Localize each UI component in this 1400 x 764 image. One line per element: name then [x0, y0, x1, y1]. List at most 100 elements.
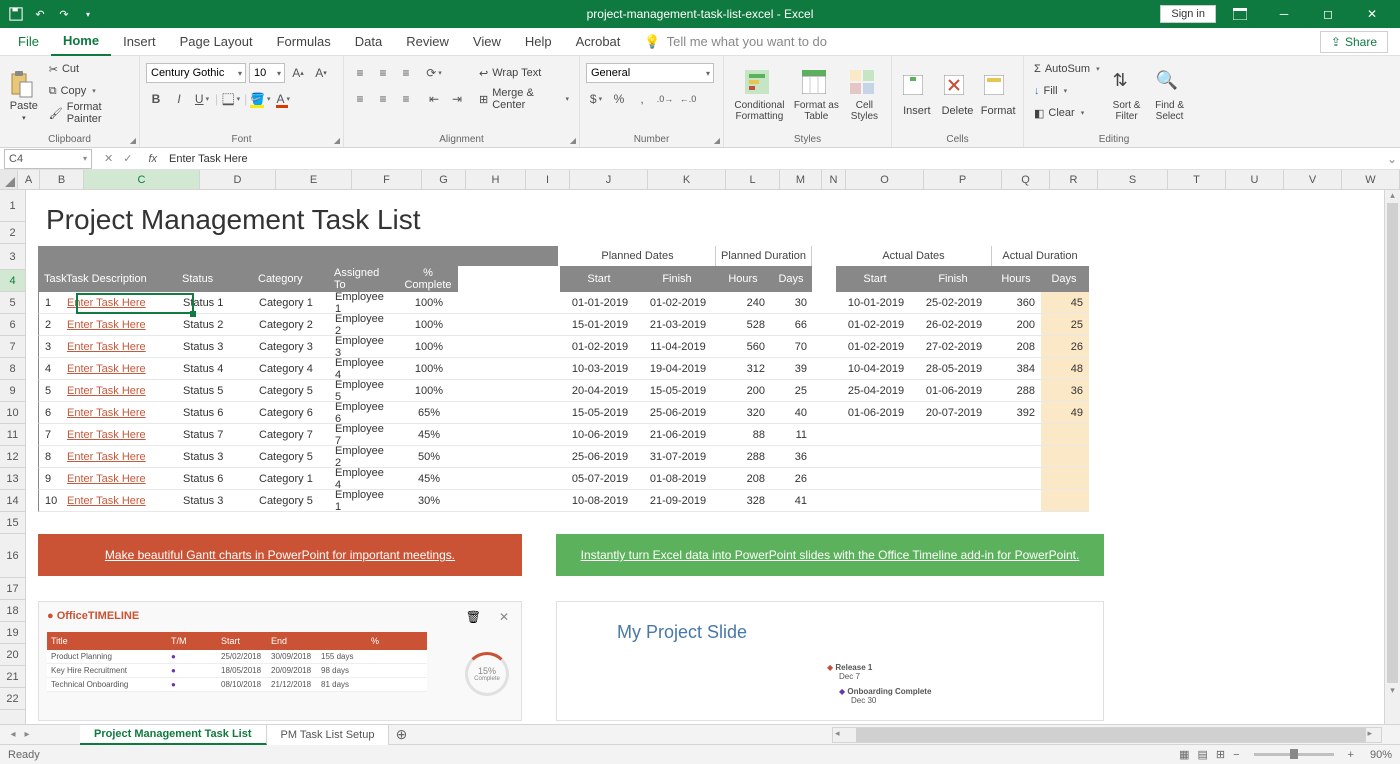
fill-handle[interactable]	[190, 311, 196, 317]
row-header[interactable]: 20	[0, 644, 25, 666]
select-all-button[interactable]	[0, 170, 18, 189]
row-header[interactable]: 13	[0, 468, 25, 490]
increase-indent-icon[interactable]: ⇥	[447, 89, 467, 109]
column-header[interactable]: F	[352, 170, 422, 189]
close-button[interactable]: ✕	[1352, 0, 1392, 28]
decrease-font-icon[interactable]: A▾	[311, 63, 331, 83]
tab-home[interactable]: Home	[51, 28, 111, 56]
zoom-out-icon[interactable]: −	[1233, 749, 1239, 761]
table-row[interactable]: 7Enter Task HereStatus 7Category 7Employ…	[38, 424, 1089, 446]
column-header[interactable]: U	[1226, 170, 1284, 189]
border-button[interactable]	[221, 89, 241, 109]
row-header[interactable]: 16	[0, 534, 25, 578]
row-header[interactable]: 15	[0, 512, 25, 534]
tab-formulas[interactable]: Formulas	[265, 28, 343, 56]
sheet-tab-setup[interactable]: PM Task List Setup	[267, 725, 390, 745]
row-header[interactable]: 1	[0, 190, 25, 222]
font-launcher-icon[interactable]: ◢	[334, 136, 340, 145]
column-header[interactable]: C	[84, 170, 200, 189]
align-center-icon[interactable]: ≡	[373, 89, 393, 109]
table-row[interactable]: 4Enter Task HereStatus 4Category 4Employ…	[38, 358, 1089, 380]
prev-sheet-icon[interactable]: ◂	[10, 729, 15, 740]
table-row[interactable]: 3Enter Task HereStatus 3Category 3Employ…	[38, 336, 1089, 358]
ribbon-options-icon[interactable]	[1220, 0, 1260, 28]
column-header[interactable]: J	[570, 170, 648, 189]
formula-input[interactable]: Enter Task Here	[163, 153, 1384, 165]
format-as-table-button[interactable]: Format as Table	[792, 59, 841, 132]
column-header[interactable]: L	[726, 170, 780, 189]
tab-review[interactable]: Review	[394, 28, 461, 56]
format-cells-button[interactable]: Format	[979, 59, 1017, 132]
number-format-select[interactable]: General	[586, 63, 714, 83]
zoom-in-icon[interactable]: +	[1348, 749, 1354, 761]
row-header[interactable]: 9	[0, 380, 25, 402]
next-sheet-icon[interactable]: ▸	[24, 729, 29, 740]
zoom-level[interactable]: 90%	[1370, 749, 1392, 761]
increase-font-icon[interactable]: A▴	[288, 63, 308, 83]
column-header[interactable]: D	[200, 170, 276, 189]
column-header[interactable]: I	[526, 170, 570, 189]
currency-icon[interactable]: $	[586, 89, 606, 109]
find-select-button[interactable]: 🔍Find & Select	[1150, 59, 1190, 132]
gantt-banner-link[interactable]: Make beautiful Gantt charts in PowerPoin…	[38, 534, 522, 576]
row-header[interactable]: 12	[0, 446, 25, 468]
increase-decimal-icon[interactable]: .0→	[655, 89, 675, 109]
zoom-slider[interactable]	[1254, 753, 1334, 756]
column-header[interactable]: K	[648, 170, 726, 189]
column-header[interactable]: R	[1050, 170, 1098, 189]
column-header[interactable]: H	[466, 170, 526, 189]
qat-dropdown-icon[interactable]: ▾	[80, 6, 96, 22]
align-top-icon[interactable]: ≡	[350, 63, 370, 83]
tab-acrobat[interactable]: Acrobat	[564, 28, 633, 56]
clipboard-launcher-icon[interactable]: ◢	[130, 136, 136, 145]
conditional-formatting-button[interactable]: Conditional Formatting	[730, 59, 789, 132]
column-header[interactable]: G	[422, 170, 466, 189]
row-header[interactable]: 10	[0, 402, 25, 424]
table-row[interactable]: 2Enter Task HereStatus 2Category 2Employ…	[38, 314, 1089, 336]
column-header[interactable]: S	[1098, 170, 1168, 189]
column-header[interactable]: M	[780, 170, 822, 189]
font-size-select[interactable]: 10	[249, 63, 285, 83]
tab-file[interactable]: File	[6, 28, 51, 56]
column-header[interactable]: B	[40, 170, 84, 189]
row-header[interactable]: 18	[0, 600, 25, 622]
paste-button[interactable]: Paste ▾	[6, 59, 42, 132]
column-header[interactable]: A	[18, 170, 40, 189]
row-header[interactable]: 19	[0, 622, 25, 644]
column-header[interactable]: O	[846, 170, 924, 189]
row-header[interactable]: 7	[0, 336, 25, 358]
column-header[interactable]: N	[822, 170, 846, 189]
orientation-icon[interactable]: ⟳	[424, 63, 444, 83]
tell-me-search[interactable]: 💡 Tell me what you want to do	[644, 34, 827, 50]
tab-page-layout[interactable]: Page Layout	[168, 28, 265, 56]
format-painter-button[interactable]: 🖌Format Painter	[45, 103, 133, 123]
horizontal-scrollbar[interactable]: ◂▸	[832, 727, 1382, 743]
column-header[interactable]: P	[924, 170, 1002, 189]
normal-view-icon[interactable]: ▦	[1179, 748, 1189, 761]
cut-button[interactable]: ✂Cut	[45, 59, 133, 79]
expand-formula-bar-icon[interactable]: ⌄	[1384, 152, 1400, 166]
fill-color-button[interactable]: 🪣	[250, 89, 270, 109]
clear-button[interactable]: ◧Clear	[1030, 103, 1104, 123]
insert-cells-button[interactable]: Insert	[898, 59, 936, 132]
align-left-icon[interactable]: ≡	[350, 89, 370, 109]
cell-styles-button[interactable]: Cell Styles	[844, 59, 885, 132]
row-header[interactable]: 6	[0, 314, 25, 336]
undo-icon[interactable]: ↶	[32, 6, 48, 22]
row-header[interactable]: 11	[0, 424, 25, 446]
redo-icon[interactable]: ↷	[56, 6, 72, 22]
number-launcher-icon[interactable]: ◢	[714, 136, 720, 145]
name-box[interactable]: C4	[4, 149, 92, 169]
row-header[interactable]: 5	[0, 292, 25, 314]
fx-icon[interactable]: fx	[142, 153, 163, 165]
vertical-scrollbar[interactable]: ▴ ▾	[1384, 190, 1400, 724]
row-header[interactable]: 8	[0, 358, 25, 380]
align-middle-icon[interactable]: ≡	[373, 63, 393, 83]
table-row[interactable]: 10Enter Task HereStatus 3Category 5Emplo…	[38, 490, 1089, 512]
page-layout-view-icon[interactable]: ▤	[1197, 748, 1207, 761]
row-header[interactable]: 22	[0, 688, 25, 710]
minimize-button[interactable]: ─	[1264, 0, 1304, 28]
alignment-launcher-icon[interactable]: ◢	[570, 136, 576, 145]
column-header[interactable]: Q	[1002, 170, 1050, 189]
column-header[interactable]: T	[1168, 170, 1226, 189]
